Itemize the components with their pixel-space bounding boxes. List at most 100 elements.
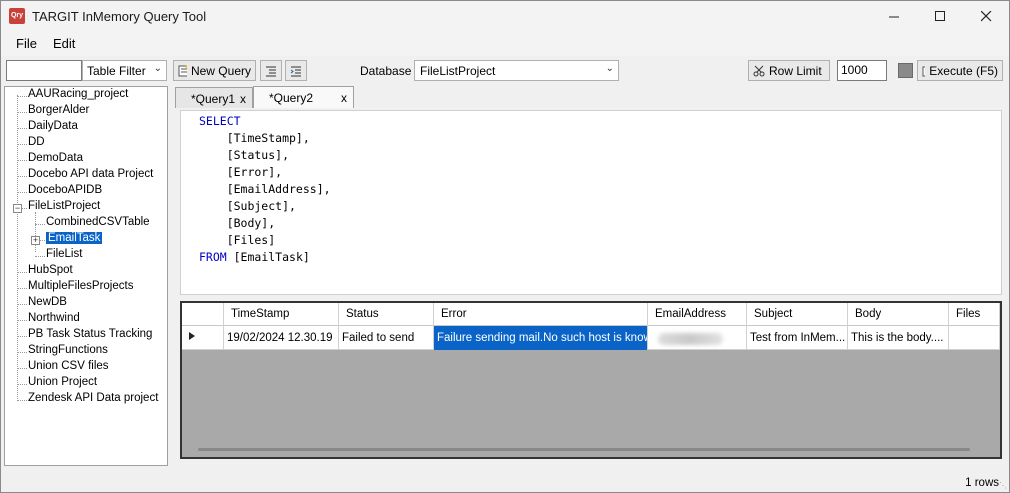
tab-query2[interactable]: *Query2 x	[253, 86, 354, 108]
tree-connector	[17, 368, 27, 369]
tree-connector	[17, 144, 27, 145]
tree-connector	[17, 96, 27, 97]
tab-query1[interactable]: *Query1 x	[175, 87, 253, 108]
tree-item[interactable]: EmailTask	[46, 232, 103, 244]
tree-connector	[35, 224, 45, 225]
maximize-button[interactable]	[917, 1, 963, 32]
tree-connector	[17, 176, 27, 177]
execute-label: Execute (F5)	[929, 63, 998, 78]
chevron-down-icon: ⌄	[153, 63, 162, 74]
cell-subject[interactable]: Test from InMem...	[747, 326, 848, 350]
new-query-button[interactable]: New Query	[173, 60, 256, 81]
comment-button[interactable]	[285, 60, 307, 81]
cell-timestamp[interactable]: 19/02/2024 12.30.19	[224, 326, 339, 350]
tree-connector	[17, 128, 27, 129]
app-window: Qry TARGIT InMemory Query Tool File Edit…	[0, 0, 1010, 493]
tree-item[interactable]: AAURacing_project	[28, 88, 128, 100]
tree-item[interactable]: StringFunctions	[28, 344, 108, 356]
title-bar: Qry TARGIT InMemory Query Tool	[1, 1, 1009, 32]
table-filter-label: Table Filter	[87, 64, 146, 78]
tree-item[interactable]: FileList	[46, 248, 82, 260]
row-limit-button[interactable]: Row Limit	[748, 60, 830, 81]
sql-keyword: SELECT	[199, 114, 241, 128]
tree-connector	[17, 272, 27, 273]
tree-item[interactable]: DemoData	[28, 152, 83, 164]
chevron-down-icon: ⌄	[605, 63, 614, 74]
row-limit-label: Row Limit	[769, 63, 822, 78]
maximize-icon	[934, 11, 945, 21]
code-text: [Files]	[199, 233, 276, 247]
indent-lines-icon	[290, 66, 301, 76]
code-line: [Subject],	[199, 198, 1001, 215]
format-button[interactable]	[260, 60, 282, 81]
column-header[interactable]: Error	[434, 303, 648, 326]
tree-connector	[17, 352, 27, 353]
sql-keyword: FROM	[199, 250, 227, 264]
column-header[interactable]: Files	[949, 303, 1000, 326]
table-filter-input[interactable]	[6, 60, 82, 81]
execute-button[interactable]: Execute (F5)	[917, 60, 1003, 81]
table-filter-dropdown[interactable]: Table Filter ⌄	[82, 60, 167, 81]
tree-item[interactable]: Union CSV files	[28, 360, 109, 372]
code-text: [Subject],	[199, 199, 296, 213]
column-header[interactable]: Subject	[747, 303, 848, 326]
stop-button[interactable]	[898, 63, 913, 78]
menu-file[interactable]: File	[16, 36, 37, 51]
code-line: [TimeStamp],	[199, 130, 1001, 147]
tree-connector	[17, 400, 27, 401]
column-header[interactable]: Status	[339, 303, 434, 326]
tab-label: *Query1	[191, 92, 236, 106]
column-header[interactable]: EmailAddress	[648, 303, 747, 326]
cell-emailaddress[interactable]	[648, 326, 747, 350]
database-dropdown[interactable]: FileListProject ⌄	[414, 60, 619, 81]
scissors-icon	[753, 65, 765, 76]
tree-item[interactable]: CombinedCSVTable	[46, 216, 150, 228]
column-header[interactable]: TimeStamp	[224, 303, 339, 326]
tree-item[interactable]: PB Task Status Tracking	[28, 328, 152, 340]
table-row[interactable]: 19/02/2024 12.30.19 Failed to send Failure…	[182, 326, 1000, 350]
tree-item[interactable]: DD	[28, 136, 45, 148]
redacted-email	[658, 333, 723, 345]
close-tab-icon[interactable]: x	[341, 91, 347, 105]
cell-body[interactable]: This is the body....	[848, 326, 949, 350]
column-header[interactable]: Body	[848, 303, 949, 326]
minimize-button[interactable]	[871, 1, 917, 32]
sql-editor[interactable]: SELECT [TimeStamp], [Status], [Error], […	[180, 110, 1002, 295]
tree-item[interactable]: Docebo API data Project	[28, 168, 153, 180]
tree-item[interactable]: FileListProject	[28, 200, 100, 212]
tree-item[interactable]: NewDB	[28, 296, 67, 308]
tree-item[interactable]: DailyData	[28, 120, 78, 132]
close-tab-icon[interactable]: x	[240, 92, 246, 106]
cell-error[interactable]: Failure sending mail.No such host is kno…	[434, 326, 648, 350]
tree-connector	[17, 192, 27, 193]
menu-edit[interactable]: Edit	[53, 36, 75, 51]
cell-status[interactable]: Failed to send	[339, 326, 434, 350]
tree-item[interactable]: MultipleFilesProjects	[28, 280, 133, 292]
tree-item[interactable]: DoceboAPIDB	[28, 184, 102, 196]
resize-grip-icon[interactable]: ⋱	[999, 481, 1007, 490]
tree-item[interactable]: HubSpot	[28, 264, 73, 276]
tree-item[interactable]: Zendesk API Data project	[28, 392, 158, 404]
tree-item[interactable]: Northwind	[28, 312, 80, 324]
database-tree[interactable]: AAURacing_project BorgerAlder DailyData DD D…	[4, 86, 168, 466]
tree-connector	[17, 384, 27, 385]
tree-connector	[35, 256, 45, 257]
results-grid[interactable]: TimeStamp Status Error EmailAddress Subject B…	[180, 301, 1002, 459]
collapse-icon[interactable]: −	[13, 204, 22, 213]
tree-item[interactable]: Union Project	[28, 376, 97, 388]
tree-connector	[17, 288, 27, 289]
code-line: [Files]	[199, 232, 1001, 249]
expand-icon[interactable]: +	[31, 236, 40, 245]
horizontal-scrollbar[interactable]	[198, 448, 970, 451]
row-limit-input[interactable]: 1000	[837, 60, 887, 81]
window-title: TARGIT InMemory Query Tool	[32, 9, 207, 24]
minimize-icon	[888, 16, 899, 18]
row-header[interactable]	[182, 326, 224, 350]
cell-files[interactable]	[949, 326, 1000, 350]
database-label: Database	[360, 64, 412, 78]
row-pointer-icon	[189, 332, 195, 340]
tree-item[interactable]: BorgerAlder	[28, 104, 89, 116]
close-button[interactable]	[963, 1, 1009, 32]
tree-connector	[17, 304, 27, 305]
new-query-icon	[178, 64, 187, 77]
